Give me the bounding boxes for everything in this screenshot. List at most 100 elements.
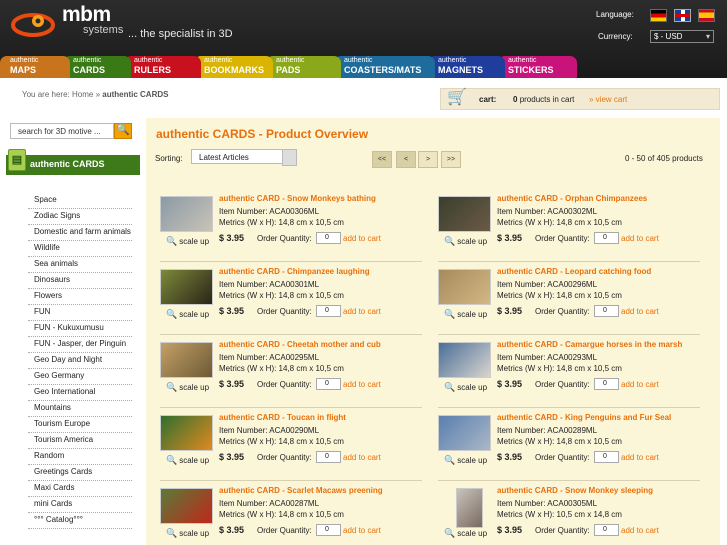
order-quantity-input[interactable]: 0	[316, 451, 341, 463]
product-price: $ 3.95	[497, 525, 523, 535]
sidebar-category-item[interactable]: Domestic and farm animals	[28, 225, 132, 241]
sidebar-category-item[interactable]: Wildlife	[28, 241, 132, 257]
product-name-link[interactable]: authentic CARD - Cheetah mother and cub	[219, 340, 381, 349]
spanish-flag-icon[interactable]	[698, 9, 715, 22]
sidebar-category-item[interactable]: FUN - Jasper, der Pinguin	[28, 337, 132, 353]
product-name-link[interactable]: authentic CARD - Leopard catching food	[497, 267, 651, 276]
product-name-link[interactable]: authentic CARD - Camargue horses in the …	[497, 340, 682, 349]
sort-select[interactable]: Latest Articles	[191, 149, 297, 166]
add-to-cart-link[interactable]: add to cart	[621, 234, 659, 243]
view-cart-link[interactable]: » view cart	[589, 95, 627, 104]
sidebar-category-item[interactable]: Geo Day and Night	[28, 353, 132, 369]
scale-up-link[interactable]: 🔍 scale up	[166, 382, 209, 393]
order-quantity-input[interactable]: 0	[316, 378, 341, 390]
sidebar-category-item[interactable]: mini Cards	[28, 497, 132, 513]
sidebar-category-item[interactable]: Tourism America	[28, 433, 132, 449]
add-to-cart-link[interactable]: add to cart	[343, 307, 381, 316]
sidebar-category-item[interactable]: Mountains	[28, 401, 132, 417]
logo-text[interactable]: mbm	[62, 4, 111, 25]
product-name-link[interactable]: authentic CARD - Snow Monkey sleeping	[497, 486, 653, 495]
product-thumbnail[interactable]	[160, 342, 213, 378]
scale-up-link[interactable]: 🔍 scale up	[444, 382, 487, 393]
scale-up-link[interactable]: 🔍 scale up	[166, 528, 209, 539]
order-quantity-input[interactable]: 0	[316, 232, 341, 244]
product-name-link[interactable]: authentic CARD - Chimpanzee laughing	[219, 267, 370, 276]
scale-up-link[interactable]: 🔍 scale up	[166, 455, 209, 466]
search-input[interactable]: search for 3D motive ...	[10, 123, 114, 139]
scale-up-label: scale up	[457, 456, 488, 465]
order-quantity-label: Order Quantity:	[535, 234, 590, 243]
pager-first-button[interactable]: <<	[372, 151, 392, 168]
currency-select[interactable]: $ - USD	[650, 30, 714, 43]
order-quantity-input[interactable]: 0	[594, 378, 619, 390]
product-thumbnail[interactable]	[438, 269, 491, 305]
scale-up-link[interactable]: 🔍 scale up	[444, 528, 487, 539]
product-thumbnail[interactable]	[160, 415, 213, 451]
add-to-cart-link[interactable]: add to cart	[621, 453, 659, 462]
product-thumbnail[interactable]	[456, 488, 483, 528]
order-quantity-input[interactable]: 0	[594, 524, 619, 536]
sidebar-category-item[interactable]: FUN - Kukuxumusu	[28, 321, 132, 337]
scale-up-link[interactable]: 🔍 scale up	[444, 455, 487, 466]
search-button[interactable]: 🔍	[114, 123, 132, 139]
product-thumbnail[interactable]	[160, 269, 213, 305]
add-to-cart-link[interactable]: add to cart	[343, 234, 381, 243]
product-thumbnail[interactable]	[438, 415, 491, 451]
add-to-cart-link[interactable]: add to cart	[621, 307, 659, 316]
add-to-cart-link[interactable]: add to cart	[343, 526, 381, 535]
sidebar-category-item[interactable]: Random	[28, 449, 132, 465]
scale-up-link[interactable]: 🔍 scale up	[166, 236, 209, 247]
german-flag-icon[interactable]	[650, 9, 667, 22]
order-quantity-input[interactable]: 0	[594, 451, 619, 463]
sidebar-category-item[interactable]: Zodiac Signs	[28, 209, 132, 225]
add-to-cart-link[interactable]: add to cart	[621, 380, 659, 389]
product-price: $ 3.95	[497, 379, 523, 389]
add-to-cart-link[interactable]: add to cart	[343, 380, 381, 389]
product-item: 🔍 scale up authentic CARD - King Penguins …	[438, 411, 700, 481]
scale-up-link[interactable]: 🔍 scale up	[166, 309, 209, 320]
add-to-cart-link[interactable]: add to cart	[343, 453, 381, 462]
nav-tab-bookmarks[interactable]: authentic BOOKMARKS	[194, 56, 273, 78]
sidebar-category-item[interactable]: Geo Germany	[28, 369, 132, 385]
product-thumbnail[interactable]	[438, 342, 491, 378]
product-name-link[interactable]: authentic CARD - Toucan in flight	[219, 413, 346, 422]
nav-tab-rulers[interactable]: authentic RULERS	[124, 56, 201, 78]
sidebar-category-item[interactable]: Geo International	[28, 385, 132, 401]
nav-tab-pads[interactable]: authentic PADS	[266, 56, 341, 78]
product-name-link[interactable]: authentic CARD - Scarlet Macaws preening	[219, 486, 383, 495]
product-thumbnail[interactable]	[160, 488, 213, 524]
nav-tab-coasters-mats[interactable]: authentic COASTERS/MATS	[334, 56, 435, 78]
sidebar-category-item[interactable]: FUN	[28, 305, 132, 321]
product-name-link[interactable]: authentic CARD - Orphan Chimpanzees	[497, 194, 647, 203]
product-thumbnail[interactable]	[438, 196, 491, 232]
sidebar-category-item[interactable]: Tourism Europe	[28, 417, 132, 433]
scale-up-link[interactable]: 🔍 scale up	[444, 309, 487, 320]
sidebar-category-item[interactable]: Greetings Cards	[28, 465, 132, 481]
order-quantity-input[interactable]: 0	[316, 524, 341, 536]
sidebar-category-item[interactable]: Maxi Cards	[28, 481, 132, 497]
shopping-cart-icon[interactable]: 🛒	[447, 87, 467, 107]
pager-last-button[interactable]: >>	[441, 151, 461, 168]
nav-tab-stickers[interactable]: authentic STICKERS	[498, 56, 577, 78]
product-name-link[interactable]: authentic CARD - Snow Monkeys bathing	[219, 194, 376, 203]
nav-tab-cards[interactable]: authentic CARDS	[63, 56, 131, 78]
pager-next-button[interactable]: >	[418, 151, 438, 168]
order-quantity-input[interactable]: 0	[594, 232, 619, 244]
nav-tab-maps[interactable]: authentic MAPS	[0, 56, 70, 78]
sidebar-category-item[interactable]: °°° Catalog°°°	[28, 513, 132, 529]
add-to-cart-link[interactable]: add to cart	[621, 526, 659, 535]
sidebar-category-item[interactable]: Flowers	[28, 289, 132, 305]
pager-prev-button[interactable]: <	[396, 151, 416, 168]
sidebar-category-item[interactable]: Sea animals	[28, 257, 132, 273]
product-name-link[interactable]: authentic CARD - King Penguins and Fur S…	[497, 413, 671, 422]
sidebar-category-item[interactable]: Dinosaurs	[28, 273, 132, 289]
order-quantity-input[interactable]: 0	[316, 305, 341, 317]
english-flag-icon[interactable]	[674, 9, 691, 22]
product-thumbnail[interactable]	[160, 196, 213, 232]
nav-tab-magnets[interactable]: authentic MAGNETS	[428, 56, 505, 78]
nav-tab-small-label: authentic	[73, 57, 102, 64]
breadcrumb-home-link[interactable]: Home	[72, 90, 93, 99]
scale-up-link[interactable]: 🔍 scale up	[444, 236, 487, 247]
order-quantity-input[interactable]: 0	[594, 305, 619, 317]
sidebar-category-item[interactable]: Space	[28, 193, 132, 209]
